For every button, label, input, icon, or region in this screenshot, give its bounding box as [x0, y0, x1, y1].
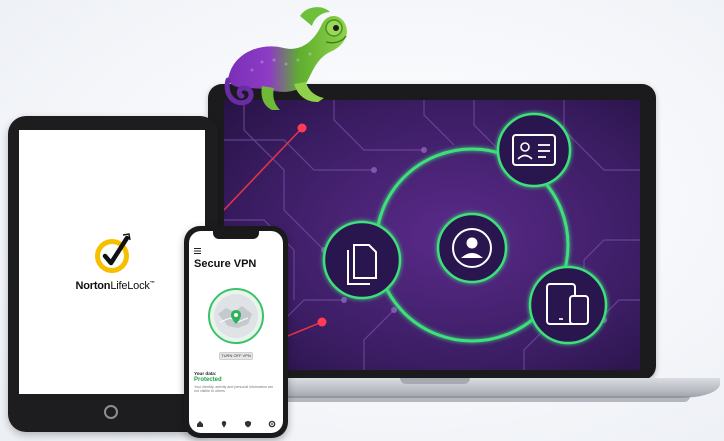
user-avatar-icon	[436, 212, 508, 284]
shield-icon[interactable]	[244, 420, 252, 428]
id-card-icon	[496, 112, 572, 188]
phone-notch	[213, 231, 259, 239]
brand-name-part1: Norton	[75, 280, 111, 292]
protection-description: Your identity, activity and personal inf…	[194, 385, 274, 394]
location-pin-icon[interactable]	[220, 420, 228, 428]
protection-status: Protected	[194, 377, 222, 383]
turn-off-vpn-button[interactable]: TURN OFF VPN	[219, 352, 253, 360]
tablet-home-button[interactable]	[104, 405, 118, 419]
brand-wordmark: NortonLifeLock™	[50, 280, 180, 292]
data-label: Your data:	[194, 371, 217, 376]
product-hero-scene: NortonLifeLock™ Secure VPN TURN OFF VPN …	[0, 0, 724, 441]
chameleon-mascot-icon	[224, 7, 347, 110]
laptop-hinge-notch	[400, 378, 470, 384]
devices-icon	[528, 265, 608, 345]
laptop-base-shadow	[240, 396, 690, 402]
app-title: Secure VPN	[194, 258, 257, 270]
documents-icon	[322, 220, 402, 300]
brand-name-part2: LifeLock	[110, 280, 150, 292]
hamburger-menu-icon[interactable]	[194, 248, 202, 254]
home-icon[interactable]	[196, 420, 204, 428]
trademark-symbol: ™	[149, 280, 155, 287]
settings-icon[interactable]	[268, 420, 276, 428]
vpn-location-map-icon	[208, 288, 264, 344]
phone-tab-bar	[192, 420, 280, 430]
norton-checkmark-seal-icon	[95, 233, 131, 273]
